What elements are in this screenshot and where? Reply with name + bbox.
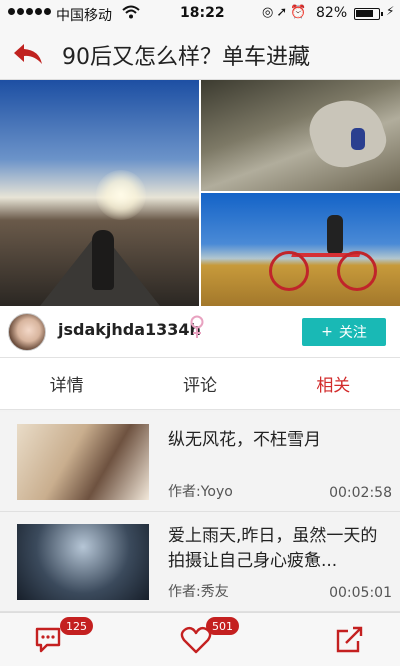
follow-button[interactable]: + 关注 — [302, 318, 386, 346]
list-item[interactable]: 纵无风花，不枉雪月 作者:Yoyo 00:02:58 — [0, 412, 400, 512]
author-name[interactable]: jsdakjhda1334h — [58, 320, 201, 339]
photo-bicycle[interactable] — [201, 193, 400, 306]
signal-icon — [8, 8, 51, 15]
item-duration: 00:05:01 — [329, 585, 392, 601]
item-title: 爱上雨天,昨日，虽然一天的拍摄让自己身心疲惫... — [168, 526, 378, 571]
system-status-icons: ◎➚⏰ — [262, 5, 310, 20]
related-list: 纵无风花，不枉雪月 作者:Yoyo 00:02:58 爱上雨天,昨日，虽然一天的… — [0, 412, 400, 612]
tab-related[interactable]: 相关 — [267, 358, 400, 409]
item-title: 纵无风花，不枉雪月 — [168, 430, 321, 450]
comment-button[interactable]: 125 — [34, 617, 93, 655]
charging-icon: ⚡ — [386, 4, 395, 18]
status-bar: 中国移动 18:22 ◎➚⏰ 82% ⚡ — [0, 0, 400, 28]
carrier-label: 中国移动 — [56, 8, 112, 24]
female-icon — [190, 314, 204, 342]
item-duration: 00:02:58 — [329, 485, 392, 501]
comment-icon — [34, 627, 66, 659]
follow-label: 关注 — [338, 325, 367, 341]
tab-bar: 详情 评论 相关 — [0, 358, 400, 410]
battery-icon — [354, 8, 383, 20]
heart-icon — [180, 626, 212, 659]
plus-icon: + — [321, 324, 333, 340]
page-title: 90后又怎么样？单车进藏 — [62, 45, 310, 70]
photo-road-sunset[interactable] — [0, 80, 199, 306]
video-thumbnail[interactable] — [17, 424, 149, 500]
avatar[interactable] — [8, 313, 46, 351]
bottom-toolbar: 125 501 — [0, 612, 400, 666]
tab-comments[interactable]: 评论 — [133, 358, 266, 409]
back-arrow-icon[interactable] — [12, 40, 44, 68]
item-author: 作者:Yoyo — [168, 484, 233, 500]
author-row: jsdakjhda1334h + 关注 — [0, 306, 400, 358]
tab-details[interactable]: 详情 — [0, 358, 133, 409]
like-button[interactable]: 501 — [180, 617, 239, 655]
share-icon — [334, 626, 366, 659]
clock: 18:22 — [180, 5, 225, 21]
navigation-bar: 90后又怎么样？单车进藏 — [0, 28, 400, 80]
list-item[interactable]: 爱上雨天,昨日，虽然一天的拍摄让自己身心疲惫... 作者:秀友 00:05:01 — [0, 512, 400, 612]
like-count-badge: 501 — [206, 617, 239, 635]
share-button[interactable] — [334, 625, 366, 655]
photo-grid — [0, 80, 400, 306]
item-author: 作者:秀友 — [168, 584, 229, 600]
video-thumbnail[interactable] — [17, 524, 149, 600]
wifi-icon — [122, 4, 140, 24]
comment-count-badge: 125 — [60, 617, 93, 635]
photo-rock-climbing[interactable] — [201, 80, 400, 191]
battery-percentage: 82% — [316, 5, 348, 21]
